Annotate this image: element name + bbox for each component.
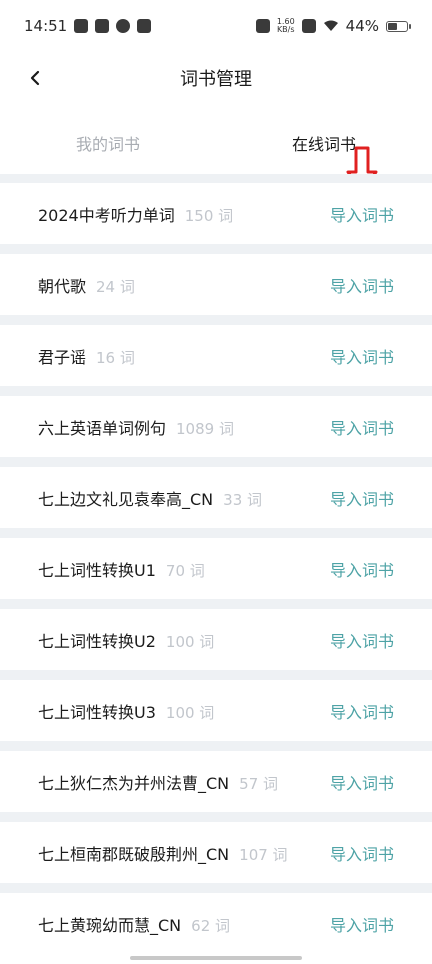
import-book-button[interactable]: 导入词书 <box>330 344 394 368</box>
status-bar: 14:51 1.60 KB/s 44% <box>0 0 432 52</box>
word-count: 24 词 <box>96 277 135 296</box>
chevron-left-icon <box>30 70 40 86</box>
book-row: 七上狄仁杰为并州法曹_CN 57 词 导入词书 <box>0 751 432 812</box>
import-book-button[interactable]: 导入词书 <box>330 273 394 297</box>
status-time: 14:51 <box>24 17 68 35</box>
app-notification-icon <box>95 19 110 33</box>
import-book-button[interactable]: 导入词书 <box>330 557 394 581</box>
book-name: 七上词性转换U1 <box>38 560 156 580</box>
word-count: 150 词 <box>184 206 234 225</box>
book-name: 君子谣 <box>38 347 87 367</box>
battery-percent: 44% <box>345 17 379 35</box>
status-right: 1.60 KB/s 44% <box>255 17 411 35</box>
battery-icon <box>386 20 411 32</box>
word-count: 100 词 <box>165 703 215 722</box>
vibrate-icon <box>255 19 270 33</box>
word-count: 70 词 <box>165 561 205 580</box>
back-button[interactable] <box>22 65 48 91</box>
import-book-button[interactable]: 导入词书 <box>330 841 394 865</box>
sim-icon <box>301 19 316 33</box>
mail-icon <box>74 19 89 33</box>
book-row: 六上英语单词例句 1089 词 导入词书 <box>0 396 432 457</box>
book-name: 七上词性转换U2 <box>38 631 156 651</box>
import-book-button[interactable]: 导入词书 <box>330 628 394 652</box>
book-name: 七上黄琬幼而慧_CN <box>38 915 182 935</box>
book-name: 朝代歌 <box>38 276 87 296</box>
import-book-button[interactable]: 导入词书 <box>330 415 394 439</box>
tab-my-books[interactable]: 我的词书 <box>0 118 216 168</box>
word-count: 100 词 <box>165 632 215 651</box>
book-row: 君子谣 16 词 导入词书 <box>0 325 432 386</box>
status-left: 14:51 <box>24 17 152 35</box>
word-count: 62 词 <box>191 916 231 935</box>
book-row: 七上词性转换U2 100 词 导入词书 <box>0 609 432 670</box>
app-header: 词书管理 <box>0 52 432 104</box>
book-row: 七上桓南郡既破殷荆州_CN 107 词 导入词书 <box>0 822 432 883</box>
book-name: 七上边文礼见袁奉高_CN <box>38 489 214 509</box>
import-book-button[interactable]: 导入词书 <box>330 699 394 723</box>
word-count: 57 词 <box>239 774 279 793</box>
page-title: 词书管理 <box>180 69 252 90</box>
import-book-button[interactable]: 导入词书 <box>330 912 394 936</box>
import-book-button[interactable]: 导入词书 <box>330 486 394 510</box>
crown-icon <box>137 19 152 33</box>
book-row: 朝代歌 24 词 导入词书 <box>0 254 432 315</box>
word-count: 107 词 <box>239 845 288 864</box>
book-row: 2024中考听力单词 150 词 导入词书 <box>0 183 432 244</box>
book-row: 七上词性转换U3 100 词 导入词书 <box>0 680 432 741</box>
book-row: 七上黄琬幼而慧_CN 62 词 导入词书 <box>0 893 432 954</box>
book-row: 七上词性转换U1 70 词 导入词书 <box>0 538 432 599</box>
book-name: 七上桓南郡既破殷荆州_CN <box>38 844 230 864</box>
word-count: 16 词 <box>96 348 135 367</box>
book-name: 七上狄仁杰为并州法曹_CN <box>38 773 230 793</box>
link-icon <box>116 19 131 33</box>
book-name: 2024中考听力单词 <box>38 205 175 225</box>
book-name: 七上词性转换U3 <box>38 702 156 722</box>
import-book-button[interactable]: 导入词书 <box>330 202 394 226</box>
network-speed-unit: KB/s <box>276 25 295 34</box>
book-row: 七上边文礼见袁奉高_CN 33 词 导入词书 <box>0 467 432 528</box>
home-indicator[interactable] <box>130 956 302 960</box>
word-count: 33 词 <box>223 490 263 509</box>
word-count: 1089 词 <box>176 419 234 438</box>
tab-online-books[interactable]: 在线词书 <box>216 118 432 168</box>
import-book-button[interactable]: 导入词书 <box>330 770 394 794</box>
book-list: 2024中考听力单词 150 词 导入词书 朝代歌 24 词 导入词书 君子谣 16 … <box>0 174 432 954</box>
network-speed: 1.60 KB/s <box>277 18 295 34</box>
book-name: 六上英语单词例句 <box>38 418 167 438</box>
wifi-icon <box>323 20 338 31</box>
